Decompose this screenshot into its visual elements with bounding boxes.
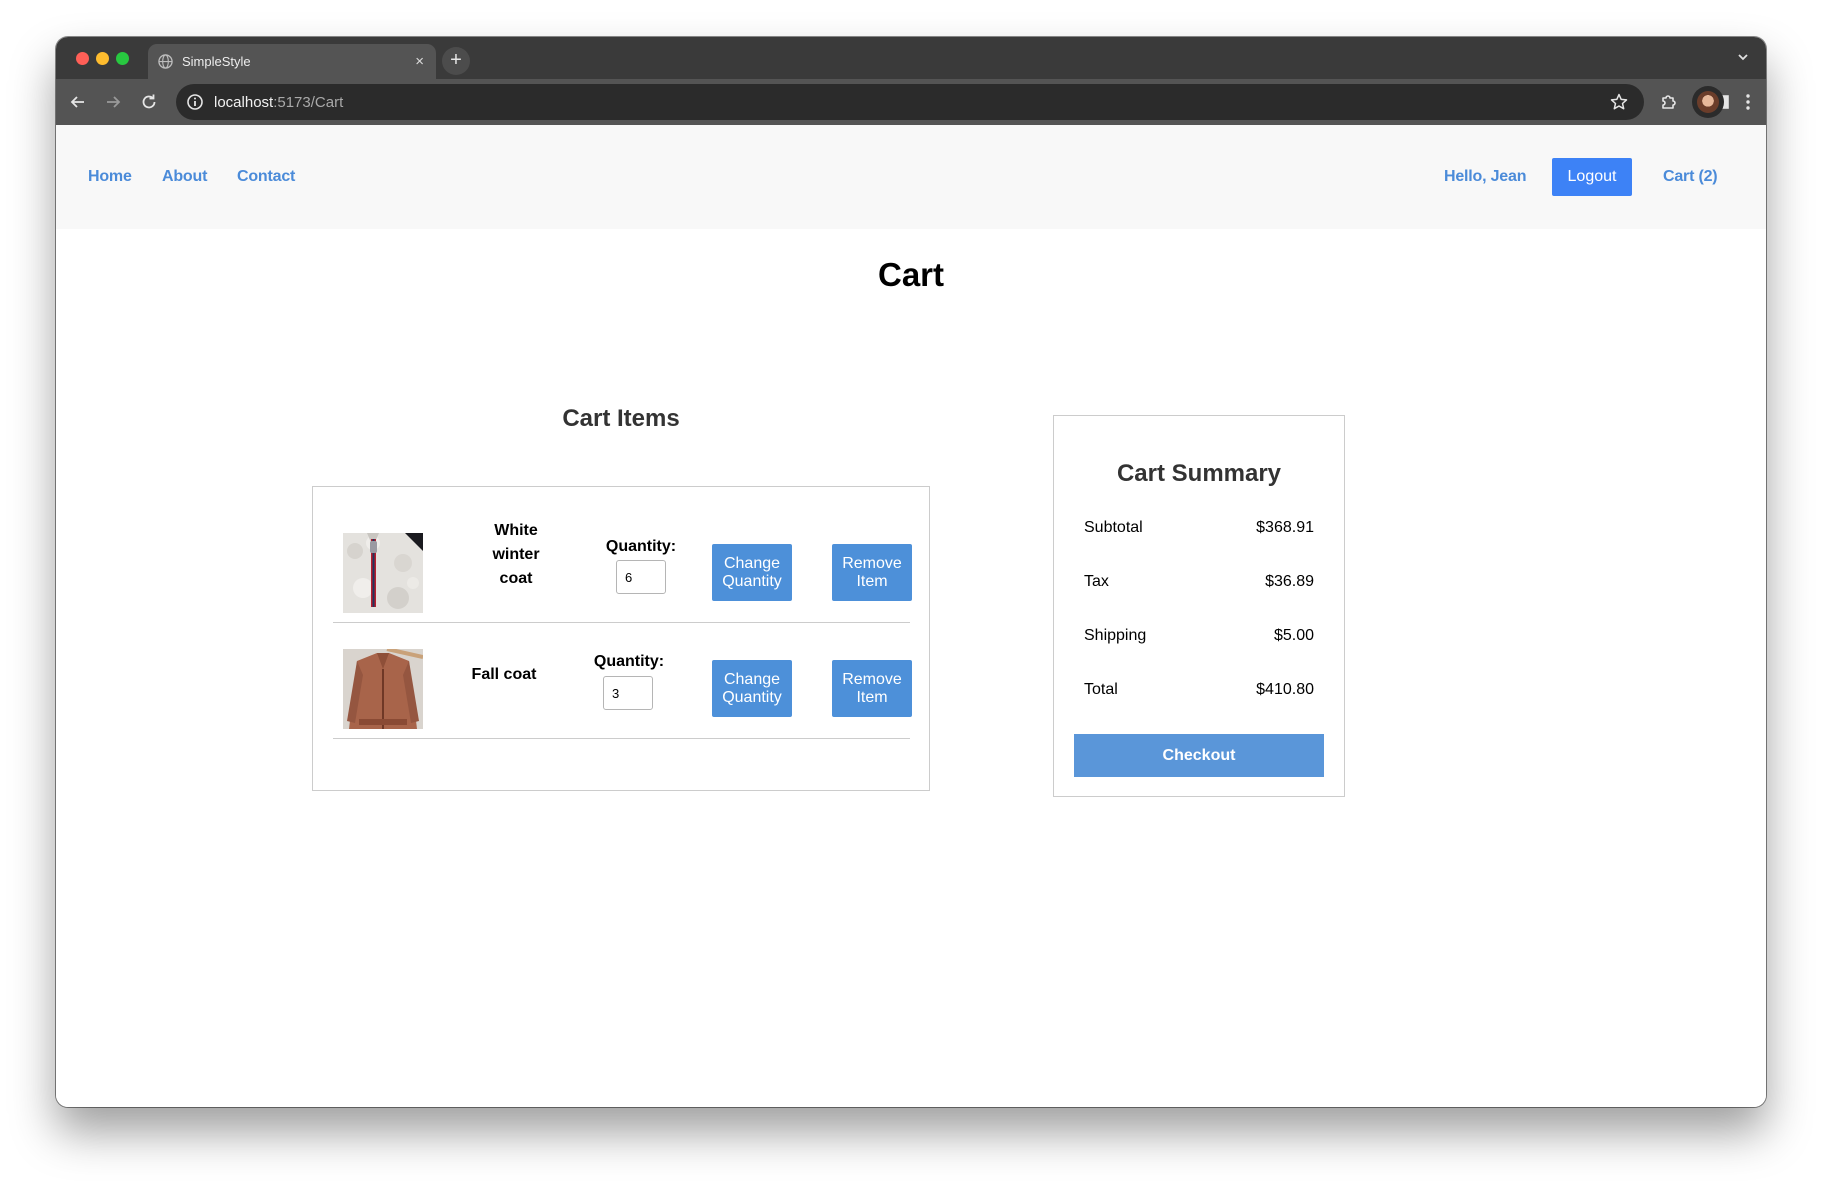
summary-label: Subtotal [1084,519,1143,536]
summary-label: Total [1084,681,1118,698]
web-page: Home About Contact Hello, Jean Logout Ca… [56,125,1766,1107]
nav-contact-link[interactable]: Contact [237,168,295,186]
tab-strip: SimpleStyle × + [56,37,1766,79]
page-title: Cart [877,256,945,293]
extensions-puzzle-icon[interactable] [1659,92,1679,112]
subtotal-row: Subtotal $368.91 [1084,519,1314,537]
url-host: localhost [214,93,274,111]
product-image [343,533,423,613]
new-tab-button[interactable]: + [442,47,470,75]
cart-items-list: White winter coat Quantity: Change Quant… [312,486,930,791]
cart-link[interactable]: Cart (2) [1663,168,1718,186]
cart-summary-heading: Cart Summary [1116,460,1282,487]
summary-value: $36.89 [1265,573,1314,590]
summary-label: Shipping [1084,627,1147,644]
cart-summary: Cart Summary Subtotal $368.91 Tax $36.89… [1053,415,1345,797]
quantity-input[interactable] [603,676,653,710]
remove-item-button[interactable]: Remove Item [832,544,912,601]
site-navbar: Home About Contact Hello, Jean Logout Ca… [56,125,1766,229]
browser-toolbar: localhost :5173/Cart [56,79,1766,125]
more-menu-icon[interactable] [1738,92,1758,112]
profile-avatar-icon[interactable] [1692,86,1724,118]
change-quantity-button[interactable]: Change Quantity [712,544,792,601]
chevron-down-icon[interactable] [1736,50,1750,64]
summary-label: Tax [1084,573,1109,590]
bookmark-star-icon[interactable] [1610,93,1628,111]
logout-button[interactable]: Logout [1552,158,1632,196]
item-name: Fall coat [471,666,537,683]
cart-item-row: White winter coat Quantity: Change Quant… [333,507,912,623]
remove-item-button[interactable]: Remove Item [832,660,912,717]
total-row: Total $410.80 [1084,681,1314,699]
globe-icon [158,54,173,69]
cart-item-row: Fall coat Quantity: Change Quantity Remo… [333,623,912,739]
cart-items-heading: Cart Items [562,405,680,432]
tab-title: SimpleStyle [182,54,251,69]
tax-row: Tax $36.89 [1084,573,1314,591]
product-image [343,649,423,729]
quantity-label: Quantity: [605,538,677,555]
url-path: :5173/Cart [273,93,344,111]
browser-tab[interactable]: SimpleStyle × [148,44,436,79]
quantity-label: Quantity: [593,653,665,670]
forward-arrow-icon[interactable] [103,92,123,112]
site-info-icon[interactable] [186,93,204,111]
checkout-button[interactable]: Checkout [1074,734,1324,777]
summary-value: $368.91 [1256,519,1314,536]
summary-value: $5.00 [1273,627,1314,644]
nav-home-link[interactable]: Home [88,168,132,186]
item-name: White winter coat [492,522,540,587]
minimize-window-button[interactable] [96,52,109,65]
reload-icon[interactable] [139,92,159,112]
maximize-window-button[interactable] [116,52,129,65]
close-window-button[interactable] [76,52,89,65]
user-greeting[interactable]: Hello, Jean [1444,168,1526,186]
close-tab-icon[interactable]: × [415,53,424,70]
nav-about-link[interactable]: About [162,168,207,186]
address-bar[interactable]: localhost :5173/Cart [176,84,1644,120]
back-arrow-icon[interactable] [68,92,88,112]
browser-window: SimpleStyle × + localhost :5173/Cart Hom… [56,37,1766,1107]
shipping-row: Shipping $5.00 [1084,627,1314,645]
summary-value: $410.80 [1256,681,1314,698]
quantity-input[interactable] [616,560,666,594]
change-quantity-button[interactable]: Change Quantity [712,660,792,717]
